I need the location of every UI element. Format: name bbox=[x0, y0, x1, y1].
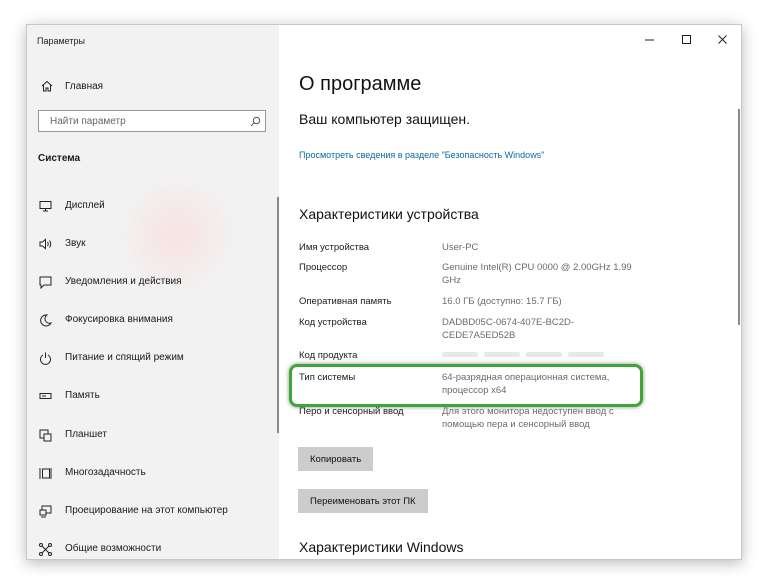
spec-label-device-name: Имя устройства bbox=[299, 242, 370, 253]
sidebar-item-storage[interactable]: Память bbox=[27, 381, 279, 411]
multitasking-icon bbox=[39, 468, 52, 479]
sidebar-item-multitasking[interactable]: Многозадачность bbox=[27, 458, 279, 488]
content-scrollbar[interactable] bbox=[738, 109, 740, 325]
redacted-product-id bbox=[442, 352, 478, 357]
minimize-button[interactable] bbox=[631, 25, 667, 55]
copy-button[interactable]: Копировать bbox=[298, 447, 374, 471]
spec-label-processor: Процессор bbox=[299, 262, 348, 273]
spec-label-product-id: Код продукта bbox=[299, 350, 358, 361]
close-button[interactable] bbox=[705, 25, 741, 55]
sidebar-item-label: Общие возможности bbox=[65, 543, 162, 554]
monitor-icon bbox=[39, 201, 52, 212]
home-icon bbox=[41, 80, 53, 92]
notification-icon bbox=[39, 276, 52, 289]
close-icon bbox=[718, 35, 727, 44]
sidebar-item-notifications[interactable]: Уведомления и действия bbox=[27, 267, 279, 297]
storage-icon bbox=[39, 393, 52, 399]
sidebar-item-power[interactable]: Питание и спящий режим bbox=[27, 343, 279, 373]
sidebar-item-label: Проецирование на этот компьютер bbox=[65, 505, 228, 516]
power-icon bbox=[40, 352, 51, 365]
spec-label-device-id: Код устройства bbox=[299, 317, 367, 328]
redacted-product-id bbox=[526, 352, 562, 357]
sidebar-item-shared-experiences[interactable]: Общие возможности bbox=[27, 534, 279, 559]
sidebar-item-display[interactable]: Дисплей bbox=[27, 191, 279, 221]
minimize-icon bbox=[645, 39, 654, 41]
section-title: Система bbox=[38, 153, 81, 164]
sidebar-item-label: Память bbox=[65, 390, 100, 401]
main-content: О программе Ваш компьютер защищен. Просм… bbox=[279, 25, 741, 559]
sidebar-item-tablet[interactable]: Планшет bbox=[27, 420, 279, 450]
shared-experiences-icon bbox=[39, 543, 52, 556]
sidebar-item-focus-assist[interactable]: Фокусировка внимания bbox=[27, 305, 279, 335]
rename-pc-button[interactable]: Переименовать этот ПК bbox=[298, 489, 428, 513]
sidebar-item-label: Планшет bbox=[65, 429, 107, 440]
redacted-product-id bbox=[484, 352, 520, 357]
windows-security-link[interactable]: Просмотреть сведения в разделе "Безопасн… bbox=[299, 149, 569, 162]
redacted-product-id bbox=[568, 352, 604, 357]
spec-value-processor: Genuine Intel(R) CPU 0000 @ 2.00GHz 1.99… bbox=[442, 262, 632, 286]
maximize-icon bbox=[682, 35, 691, 44]
sidebar: Параметры Главная Найти параметр Система… bbox=[27, 25, 279, 559]
sidebar-item-sound[interactable]: Звук bbox=[27, 229, 279, 259]
sidebar-item-label: Многозадачность bbox=[65, 467, 146, 478]
page-title: О программе bbox=[299, 73, 422, 95]
sidebar-item-projecting[interactable]: Проецирование на этот компьютер bbox=[27, 496, 279, 526]
projecting-icon bbox=[39, 505, 52, 518]
moon-icon bbox=[40, 314, 52, 327]
sidebar-item-label: Звук bbox=[65, 238, 86, 249]
search-input[interactable]: Найти параметр bbox=[38, 110, 266, 132]
device-specs-title: Характеристики устройства bbox=[299, 206, 479, 222]
sidebar-item-label: Дисплей bbox=[65, 200, 105, 211]
sidebar-item-label: Питание и спящий режим bbox=[65, 352, 184, 363]
spec-value-device-id: DADBD05C-0674-407E-BC2D-CEDE7A5ED52B bbox=[442, 317, 574, 341]
speaker-icon bbox=[39, 238, 52, 250]
spec-value-device-name: User-PC bbox=[442, 242, 479, 253]
sidebar-item-home[interactable]: Главная bbox=[27, 73, 279, 99]
sidebar-item-label: Фокусировка внимания bbox=[65, 314, 173, 325]
tablet-icon bbox=[39, 429, 52, 442]
maximize-button[interactable] bbox=[669, 25, 705, 55]
sidebar-home-label: Главная bbox=[65, 81, 104, 92]
app-title: Параметры bbox=[37, 36, 85, 46]
settings-window: Параметры Главная Найти параметр Система… bbox=[26, 24, 742, 560]
spec-label-ram: Оперативная память bbox=[299, 296, 392, 307]
search-icon bbox=[250, 116, 261, 127]
sidebar-item-label: Уведомления и действия bbox=[65, 276, 182, 287]
search-placeholder: Найти параметр bbox=[50, 116, 126, 127]
spec-value-ram: 16.0 ГБ (доступно: 15.7 ГБ) bbox=[442, 296, 562, 307]
protection-status: Ваш компьютер защищен. bbox=[299, 111, 471, 127]
spec-value-pen-touch: Для этого монитора недоступен ввод с пом… bbox=[442, 406, 614, 430]
spec-label-pen-touch: Перо и сенсорный ввод bbox=[299, 406, 404, 417]
windows-specs-title: Характеристики Windows bbox=[299, 539, 464, 555]
system-type-highlight bbox=[289, 364, 643, 407]
